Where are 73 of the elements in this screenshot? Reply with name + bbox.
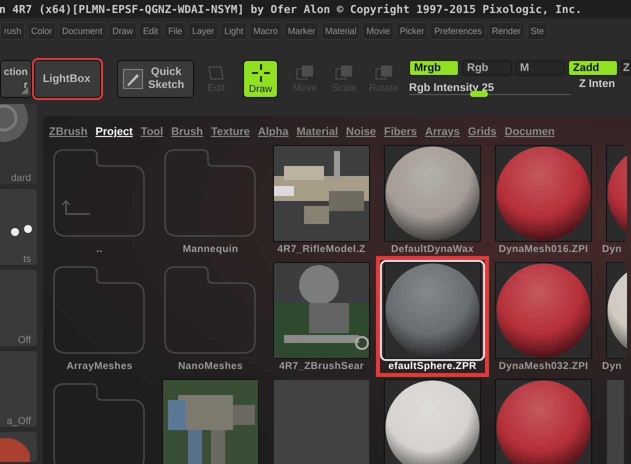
tab[interactable]: Arrays	[425, 126, 460, 138]
edit-icon	[207, 64, 226, 80]
draw-tool-button[interactable]: Draw	[243, 60, 278, 98]
shelf-label: ts	[23, 254, 31, 265]
item-label: Dyn	[602, 361, 622, 373]
dropdown-button[interactable]: ction r	[0, 60, 32, 98]
item-label: efaultSphere.ZPR	[388, 361, 477, 373]
shelf-tile[interactable]: dard	[0, 104, 37, 184]
shelf-label: Off	[18, 335, 31, 346]
menu-item[interactable]: Material	[321, 22, 360, 40]
menu-item[interactable]: Movie	[362, 22, 394, 40]
corner-icon	[20, 87, 28, 94]
item-label: NanoMeshes	[178, 361, 243, 373]
menu-item[interactable]: Draw	[108, 22, 137, 40]
menu-item[interactable]: Edit	[138, 22, 162, 40]
sphere-thumbnail[interactable]	[385, 146, 480, 241]
shelf-tile[interactable]: Off	[0, 270, 37, 346]
menu-item[interactable]: Marker	[284, 22, 320, 40]
item-label: 4R7_ZBrushSear	[279, 361, 364, 373]
sphere-thumbnail[interactable]	[496, 263, 591, 358]
menu-item[interactable]: File	[164, 22, 186, 40]
menu-item[interactable]: Macro	[249, 22, 282, 40]
menu-item[interactable]: Light	[220, 22, 248, 40]
shelf-label: dard	[10, 173, 31, 184]
tab[interactable]: Fibers	[384, 126, 418, 138]
dots-icon	[9, 225, 33, 237]
toggle-button[interactable]: M	[515, 60, 565, 76]
quick-sketch-button[interactable]: Quick Sketch	[117, 60, 194, 98]
tab[interactable]: Texture	[210, 126, 250, 138]
tab[interactable]: Project	[96, 126, 133, 138]
item-label: DefaultDynaWax	[391, 244, 474, 256]
sphere-thumbnail[interactable]	[496, 146, 591, 241]
item-label: ..	[96, 244, 103, 256]
menu-item[interactable]: Color	[27, 22, 56, 40]
empty-thumbnail[interactable]	[607, 380, 624, 464]
toggle-button[interactable]: Z	[621, 60, 631, 76]
crosshair-icon	[252, 64, 270, 82]
toggle-button[interactable]: Zadd	[568, 60, 618, 76]
tab[interactable]: Noise	[346, 126, 376, 138]
menu-item[interactable]: rush	[0, 22, 26, 40]
rgb-intensity-slider[interactable]: Rgb Intensity 25	[409, 78, 571, 98]
item-label: DynaMesh032.ZPI	[498, 361, 588, 373]
shelf-tile[interactable]: ts	[0, 189, 37, 265]
menu-item[interactable]: Document	[58, 22, 106, 40]
toggle-button[interactable]: Rgb	[462, 60, 512, 76]
menu-item[interactable]: Picker	[396, 22, 428, 40]
tab[interactable]: Tool	[140, 126, 164, 138]
sphere-thumbnail[interactable]	[496, 380, 591, 464]
tab[interactable]: Material	[296, 126, 338, 138]
tab[interactable]: Grids	[468, 126, 497, 138]
pencil-icon	[123, 69, 144, 89]
shelf-tile[interactable]: a_Off	[0, 351, 37, 427]
tab[interactable]: ZBrush	[49, 126, 88, 138]
item-label: Dyn	[602, 244, 622, 256]
empty-thumbnail[interactable]	[274, 380, 369, 464]
toggle-button[interactable]: Mrgb	[409, 60, 459, 76]
shelf-label: a_Off	[6, 416, 31, 427]
menu-item[interactable]: Preferences	[430, 22, 486, 40]
item-label: Mannequin	[182, 244, 238, 256]
menu-item[interactable]: Ste	[526, 22, 548, 40]
tab[interactable]: Brush	[171, 126, 203, 138]
lightbox-button[interactable]: LightBox	[34, 60, 102, 98]
menu-item[interactable]: Render	[488, 22, 525, 40]
window-title: n 4R7 (x64)[PLMN-EPSF-QGNZ-WDAI-NSYM] by Ofer Alon © Copyright 1997-2015 Pixologic, Inc.	[0, 2, 582, 16]
slider-label: Z Inten	[579, 78, 616, 90]
sphere-thumbnail[interactable]	[385, 380, 480, 464]
tab[interactable]: Alpha	[258, 126, 288, 138]
item-label: ArrayMeshes	[66, 361, 133, 373]
menu-item[interactable]: Layer	[188, 22, 218, 40]
item-label: 4R7_RifleModel.Z	[277, 244, 366, 256]
item-label: DynaMesh016.ZPI	[498, 244, 588, 256]
tab[interactable]: Documen	[504, 126, 555, 138]
shelf-tile[interactable]	[0, 432, 37, 462]
